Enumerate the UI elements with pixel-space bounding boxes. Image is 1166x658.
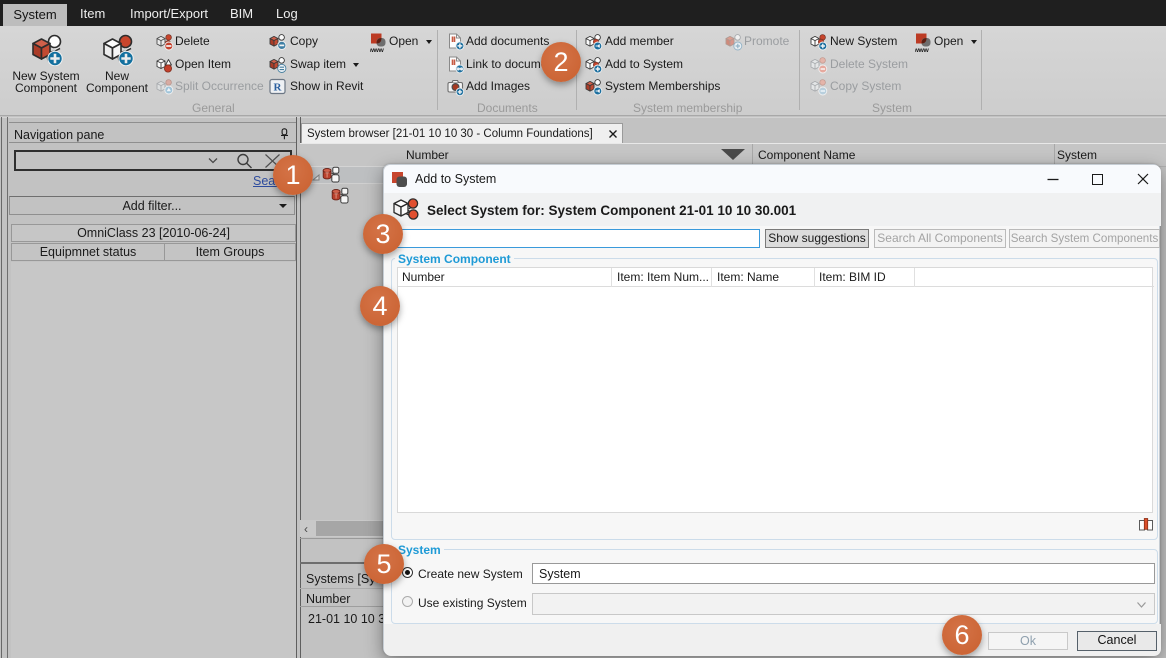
svg-text:www: www <box>370 47 384 53</box>
svg-text:R: R <box>274 82 283 94</box>
svg-text:www: www <box>915 47 929 53</box>
